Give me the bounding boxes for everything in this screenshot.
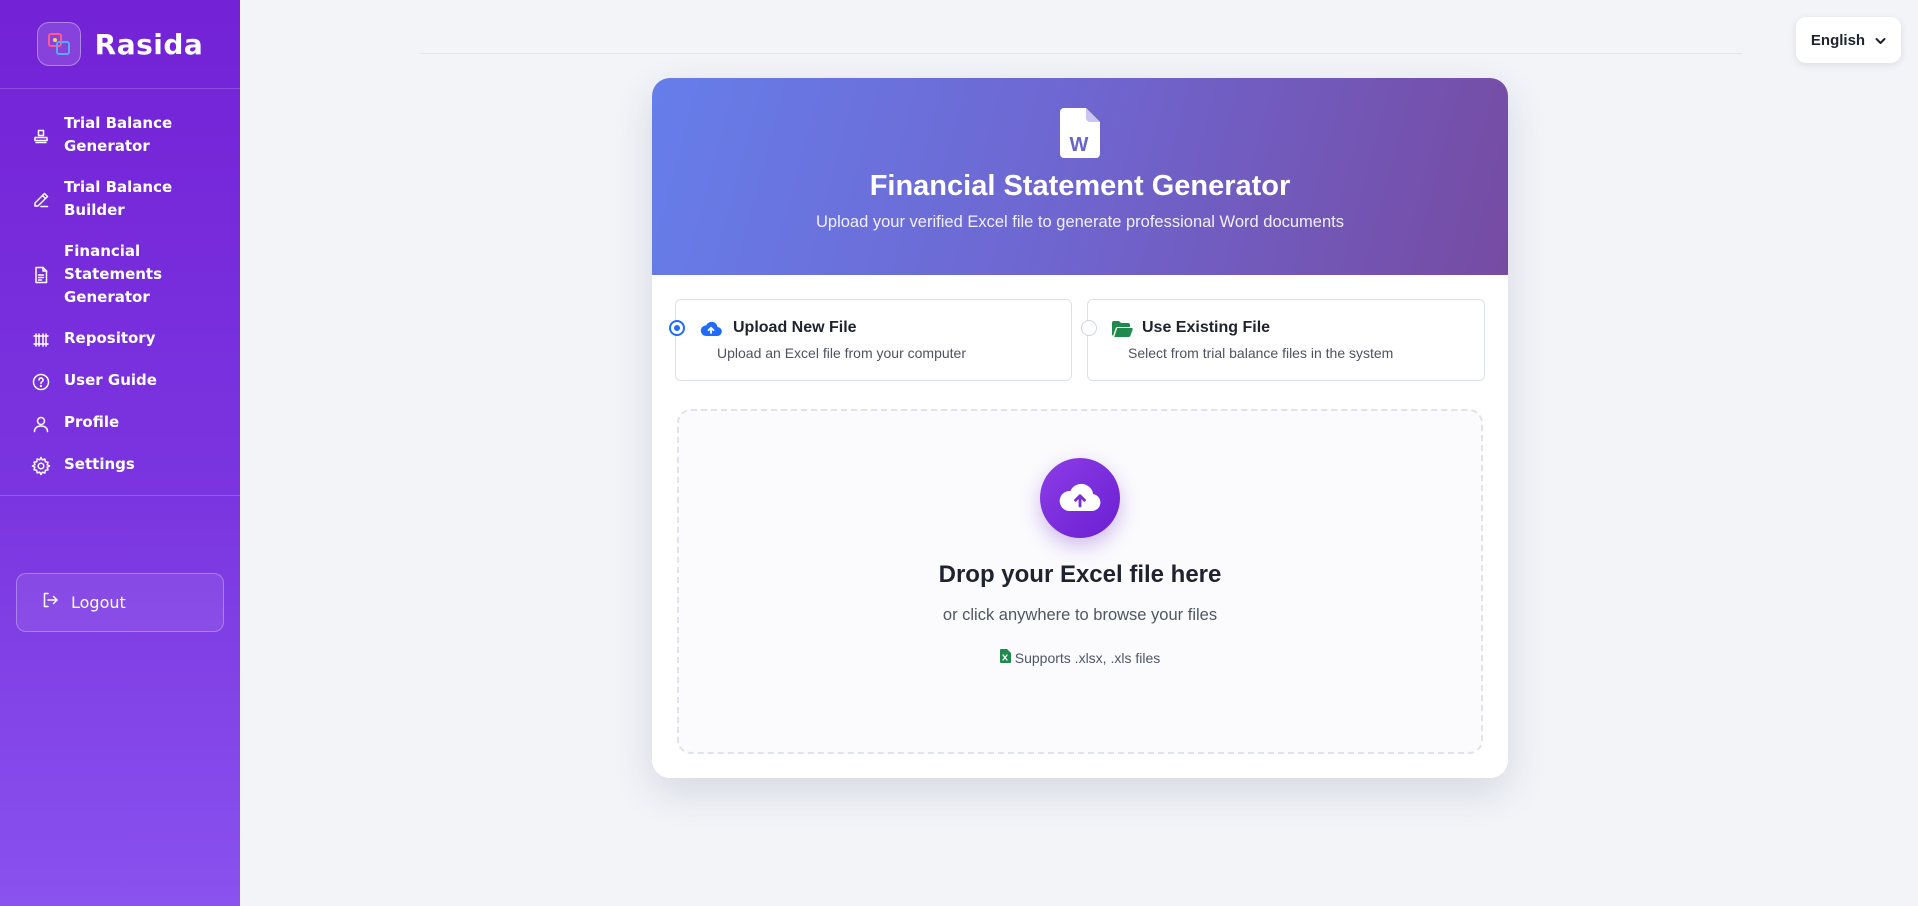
option-upload-new-file[interactable]: Upload New File Upload an Excel file fro…	[669, 299, 1072, 381]
sidebar-item-trial-balance-builder[interactable]: Trial Balance Builder	[0, 167, 240, 231]
logout-button[interactable]: Logout	[16, 573, 224, 632]
sidebar-nav: Trial Balance Generator Trial Balance Bu…	[0, 89, 240, 486]
sidebar-item-financial-statements-generator[interactable]: Financial Statements Generator	[0, 231, 240, 318]
brand-name: Rasida	[94, 27, 204, 61]
generator-card: W Financial Statement Generator Upload y…	[652, 78, 1508, 778]
logout-label: Logout	[71, 593, 126, 612]
archive-icon	[30, 329, 52, 351]
dropzone-title: Drop your Excel file here	[938, 561, 1222, 588]
option-title: Use Existing File	[1142, 319, 1271, 336]
language-select[interactable]: English	[1796, 17, 1901, 63]
sidebar-item-trial-balance-generator[interactable]: Trial Balance Generator	[0, 103, 240, 167]
excel-file-icon	[999, 649, 1011, 666]
radio-upload-new-file[interactable]	[669, 320, 685, 336]
option-use-existing-file[interactable]: Use Existing File Select from trial bala…	[1081, 299, 1485, 381]
supported-formats: Supports .xlsx, .xls files	[999, 649, 1161, 666]
sidebar-item-label: Trial Balance Generator	[64, 114, 173, 155]
option-description: Upload an Excel file from your computer	[717, 345, 966, 361]
option-description: Select from trial balance files in the s…	[1128, 345, 1394, 361]
sidebar-item-profile[interactable]: Profile	[0, 402, 240, 444]
supported-formats-text: Supports .xlsx, .xls files	[1014, 649, 1161, 666]
card-header: W Financial Statement Generator Upload y…	[652, 78, 1508, 275]
upload-cloud-icon	[1040, 458, 1120, 538]
sidebar-item-label: Repository	[64, 329, 156, 347]
question-circle-icon	[30, 371, 52, 393]
page-subtitle: Upload your verified Excel file to gener…	[816, 213, 1344, 231]
radio-use-existing-file[interactable]	[1081, 320, 1097, 336]
stamp-icon	[30, 125, 52, 147]
rasida-logo-icon	[36, 22, 81, 66]
sidebar: Rasida Trial Balance Generator Trial Bal…	[0, 0, 240, 906]
user-icon	[30, 413, 52, 435]
sidebar-item-label: Settings	[64, 455, 135, 473]
sidebar-item-user-guide[interactable]: User Guide	[0, 360, 240, 402]
document-icon	[30, 264, 52, 286]
sidebar-item-label: Profile	[64, 413, 120, 431]
sidebar-item-repository[interactable]: Repository	[0, 318, 240, 360]
cloud-upload-icon	[700, 320, 722, 338]
gear-icon	[30, 455, 52, 477]
sidebar-item-settings[interactable]: Settings	[0, 444, 240, 486]
sidebar-divider	[0, 495, 240, 496]
logout-icon	[41, 591, 59, 614]
source-options: Upload New File Upload an Excel file fro…	[669, 299, 1486, 381]
sidebar-item-label: Financial Statements Generator	[64, 242, 163, 306]
brand[interactable]: Rasida	[0, 0, 240, 89]
page-title: Financial Statement Generator	[869, 170, 1291, 202]
language-selected: English	[1810, 31, 1866, 49]
pencil-icon	[30, 189, 52, 211]
file-dropzone[interactable]: Drop your Excel file here or click anywh…	[677, 409, 1483, 754]
header-divider	[420, 53, 1742, 54]
option-title: Upload New File	[733, 319, 857, 336]
word-document-icon: W	[652, 78, 1508, 158]
folder-open-icon	[1111, 320, 1133, 338]
chevron-down-icon	[1875, 32, 1886, 49]
dropzone-subtitle: or click anywhere to browse your files	[942, 606, 1218, 624]
sidebar-item-label: Trial Balance Builder	[64, 178, 173, 219]
svg-text:W: W	[1070, 134, 1089, 156]
sidebar-item-label: User Guide	[64, 371, 157, 389]
